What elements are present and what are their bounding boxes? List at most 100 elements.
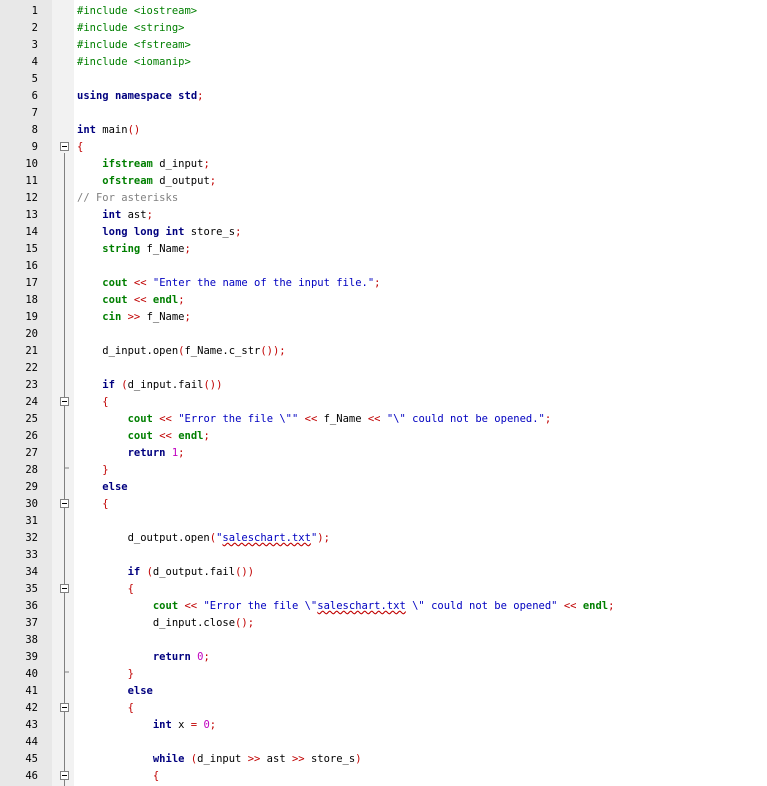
code-line[interactable]: 36 cout << "Error the file \"saleschart.…	[0, 598, 767, 615]
minus-box-icon[interactable]	[60, 771, 69, 780]
code-line[interactable]: 1 #include <iostream>	[0, 3, 767, 20]
code-line[interactable]: 3 #include <fstream>	[0, 37, 767, 54]
line-number: 31	[25, 515, 38, 527]
code-token: ;	[209, 175, 217, 187]
code-line[interactable]: 17 cout << "Enter the name of the input …	[0, 275, 767, 292]
line-number: 37	[25, 617, 38, 629]
code-line[interactable]: 10 ifstream d_input;	[0, 156, 767, 173]
minus-box-icon[interactable]	[60, 142, 69, 151]
code-line[interactable]: 37 d_input.close();	[0, 615, 767, 632]
code-line[interactable]: 30 {	[0, 496, 767, 513]
code-line[interactable]: 43 int x = 0;	[0, 717, 767, 734]
code-line[interactable]: 41 else	[0, 683, 767, 700]
code-line[interactable]: 31	[0, 513, 767, 530]
code-token: ;	[235, 226, 242, 238]
code-text: else	[77, 683, 153, 700]
code-line[interactable]: 35 {	[0, 581, 767, 598]
code-line[interactable]: 19 cin >> f_Name;	[0, 309, 767, 326]
code-token: while	[152, 753, 185, 765]
line-number: 16	[25, 260, 38, 272]
code-line[interactable]: 15 string f_Name;	[0, 241, 767, 258]
code-text: cout << endl;	[77, 292, 184, 309]
code-text: using namespace std;	[77, 88, 203, 105]
code-token: <<	[159, 430, 172, 442]
code-line[interactable]: 33	[0, 547, 767, 564]
code-token: );	[317, 532, 330, 544]
code-text: ofstream d_output;	[77, 173, 216, 190]
code-line[interactable]: 6 using namespace std;	[0, 88, 767, 105]
code-line[interactable]: 40 }	[0, 666, 767, 683]
code-line[interactable]: 42 {	[0, 700, 767, 717]
code-line[interactable]: 24 {	[0, 394, 767, 411]
code-line[interactable]: 4 #include <iomanip>	[0, 54, 767, 71]
code-text: {	[77, 496, 109, 513]
line-number: 6	[31, 90, 38, 102]
line-number: 38	[25, 634, 38, 646]
code-line[interactable]: 26 cout << endl;	[0, 428, 767, 445]
code-line[interactable]: 45 while (d_input >> ast >> store_s)	[0, 751, 767, 768]
code-line[interactable]: 2 #include <string>	[0, 20, 767, 37]
code-line[interactable]: 13 int ast;	[0, 207, 767, 224]
code-line[interactable]: 18 cout << endl;	[0, 292, 767, 309]
line-number: 44	[25, 736, 38, 748]
code-line[interactable]: 9{	[0, 139, 767, 156]
code-line[interactable]: 12 // For asterisks	[0, 190, 767, 207]
code-token: {	[102, 498, 109, 510]
code-line[interactable]: 8 int main()	[0, 122, 767, 139]
code-line[interactable]: 22	[0, 360, 767, 377]
code-token: )	[355, 753, 362, 765]
code-line[interactable]: 21 d_input.open(f_Name.c_str());	[0, 343, 767, 360]
code-line[interactable]: 20	[0, 326, 767, 343]
code-token: ;	[197, 90, 204, 102]
code-line[interactable]: 38	[0, 632, 767, 649]
code-token: #include <iostream>	[77, 5, 198, 17]
code-token: ;	[608, 600, 615, 612]
code-token: else	[102, 481, 128, 493]
minus-box-icon[interactable]	[60, 584, 69, 593]
code-line[interactable]: 11 ofstream d_output;	[0, 173, 767, 190]
code-line[interactable]: 28 }	[0, 462, 767, 479]
code-line[interactable]: 39 return 0;	[0, 649, 767, 666]
code-line[interactable]: 29 else	[0, 479, 767, 496]
code-token: cout	[102, 294, 128, 306]
code-line[interactable]: 16	[0, 258, 767, 275]
code-line[interactable]: 14 long long int store_s;	[0, 224, 767, 241]
code-token: d_input.close	[77, 617, 236, 629]
code-line[interactable]: 23 if (d_input.fail())	[0, 377, 767, 394]
minus-box-icon[interactable]	[60, 397, 69, 406]
code-line[interactable]: 44	[0, 734, 767, 751]
code-line[interactable]: 25 cout << "Error the file \"" << f_Name…	[0, 411, 767, 428]
code-text: #include <iostream>	[77, 3, 197, 20]
code-token: else	[127, 685, 153, 697]
minus-box-icon[interactable]	[60, 703, 69, 712]
code-token: <<	[184, 600, 198, 612]
line-number: 27	[25, 447, 38, 459]
code-token: ;	[544, 413, 552, 425]
code-line[interactable]: 7	[0, 105, 767, 122]
code-editor[interactable]: 1 #include <iostream> 2 #include <string> 3 #…	[0, 0, 767, 786]
minus-box-icon[interactable]	[60, 499, 69, 508]
line-number: 39	[25, 651, 38, 663]
code-token: endl	[178, 430, 204, 442]
code-text: {	[77, 139, 83, 156]
code-text: if (d_output.fail())	[77, 564, 254, 581]
code-token: std	[178, 90, 198, 102]
line-number: 8	[31, 124, 38, 136]
code-line[interactable]: 32 d_output.open("saleschart.txt");	[0, 530, 767, 547]
line-number: 41	[25, 685, 38, 697]
code-line[interactable]: 5	[0, 71, 767, 88]
code-line[interactable]: 27 return 1;	[0, 445, 767, 462]
line-number: 22	[25, 362, 38, 374]
code-token: return	[152, 651, 191, 663]
code-token: long long int	[102, 226, 185, 238]
code-line[interactable]: 34 if (d_output.fail())	[0, 564, 767, 581]
code-text: d_input.open(f_Name.c_str());	[77, 343, 285, 360]
code-line[interactable]: 46 {	[0, 768, 767, 785]
